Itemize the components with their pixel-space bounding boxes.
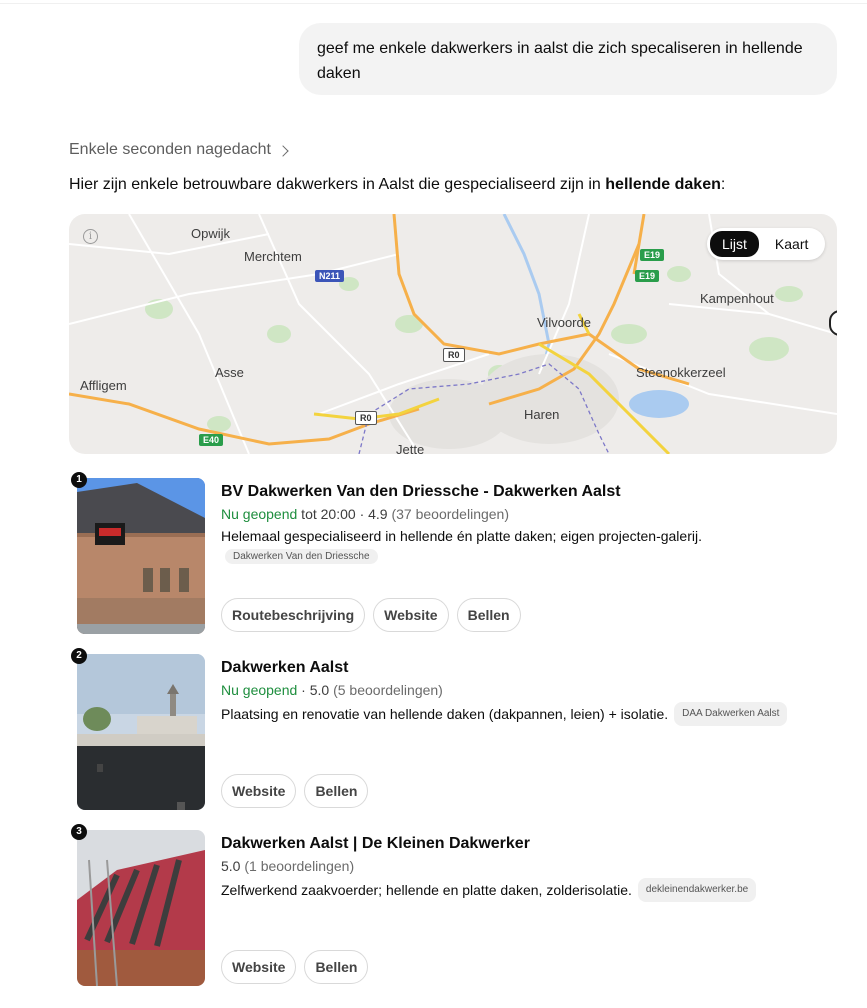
business-description: Helemaal gespecialiseerd in hellende én …	[221, 526, 837, 546]
business-meta: 5.0 (1 beoordelingen)	[221, 856, 837, 876]
thinking-toggle[interactable]: Enkele seconden nagedacht	[69, 141, 289, 159]
description-text: Zelfwerkend zaakvoerder; hellende en pla…	[221, 882, 632, 898]
chevron-right-icon	[277, 144, 289, 157]
result-card[interactable]: 1 BV Dakwerken Van den Driessche - Dakwe…	[71, 472, 837, 634]
result-card[interactable]: 3 Dakwerken Aalst | De Kleinen Dakwerker…	[71, 824, 837, 986]
map-place: Merchtem	[244, 249, 302, 264]
thinking-label: Enkele seconden nagedacht	[69, 141, 271, 158]
source-chip[interactable]: Dakwerken Van den Driessche	[225, 549, 378, 564]
map-place: Vilvoorde	[537, 315, 591, 330]
business-photo[interactable]	[77, 478, 205, 634]
website-button[interactable]: Website	[221, 774, 297, 808]
road-shield: E40	[199, 434, 224, 446]
business-name[interactable]: Dakwerken Aalst	[221, 658, 837, 678]
website-button[interactable]: Website	[373, 598, 449, 632]
business-photo[interactable]	[77, 830, 205, 986]
business-description: Plaatsing en renovatie van hellende dake…	[221, 702, 837, 726]
result-card[interactable]: 2 Dakwerken Aalst Nu geopend · 5.0 (5 be…	[71, 648, 837, 810]
intro-colon: :	[720, 176, 726, 193]
hours-rating: · 5.0	[297, 682, 334, 698]
description-text: Plaatsing en renovatie van hellende dake…	[221, 706, 669, 722]
review-count: (37 beoordelingen)	[391, 506, 509, 522]
review-count: (1 beoordelingen)	[244, 858, 355, 874]
open-status: Nu geopend	[221, 506, 298, 522]
view-toggle: Lijst Kaart	[707, 228, 825, 260]
result-number: 3	[71, 824, 87, 840]
intro-bold: hellende daken	[605, 176, 721, 193]
map-view-button[interactable]: Kaart	[763, 231, 820, 257]
action-buttons: Website Bellen	[221, 774, 369, 808]
source-chip[interactable]: DAA Dakwerken Aalst	[674, 702, 788, 726]
result-number: 1	[71, 472, 87, 488]
action-buttons: Website Bellen	[221, 950, 369, 984]
map-view[interactable]: i Opwijk Merchtem Asse Affligem Vilvoord…	[69, 214, 837, 454]
road-shield: R0	[443, 348, 465, 362]
source-chip[interactable]: dekleinendakwerker.be	[637, 878, 757, 902]
hours-rating: tot 20:00 · 4.9	[297, 506, 392, 522]
list-view-button[interactable]: Lijst	[710, 231, 759, 257]
road-shield: E19	[640, 249, 665, 261]
road-shield: N211	[315, 270, 345, 282]
business-meta: Nu geopend · 5.0 (5 beoordelingen)	[221, 680, 837, 700]
business-photo[interactable]	[77, 654, 205, 810]
business-name[interactable]: BV Dakwerken Van den Driessche - Dakwerk…	[221, 482, 837, 502]
map-place: Jette	[396, 442, 425, 454]
user-message-bubble: geef me enkele dakwerkers in aalst die z…	[299, 23, 837, 95]
directions-button[interactable]: Routebeschrijving	[221, 598, 366, 632]
map-place: Affligem	[80, 378, 127, 393]
website-button[interactable]: Website	[221, 950, 297, 984]
map-place: Kampenhout	[700, 291, 774, 306]
info-icon[interactable]: i	[83, 229, 98, 244]
result-number: 2	[71, 648, 87, 664]
road-shield: R0	[355, 411, 377, 425]
map-place: Asse	[215, 365, 244, 380]
action-buttons: Routebeschrijving Website Bellen	[221, 598, 521, 632]
business-name[interactable]: Dakwerken Aalst | De Kleinen Dakwerker	[221, 834, 837, 854]
map-place: Haren	[524, 407, 560, 422]
call-button[interactable]: Bellen	[304, 950, 369, 984]
open-status: Nu geopend	[221, 682, 298, 698]
map-place: Steenokkerzeel	[636, 365, 726, 380]
description-text: Helemaal gespecialiseerd in hellende én …	[221, 528, 702, 544]
business-meta: Nu geopend tot 20:00 · 4.9 (37 beoordeli…	[221, 504, 837, 524]
road-shield: E19	[635, 270, 660, 282]
hours-rating: 5.0	[221, 858, 245, 874]
review-count: (5 beoordelingen)	[333, 682, 443, 698]
intro-text: Hier zijn enkele betrouwbare dakwerkers …	[69, 176, 606, 193]
business-description: Zelfwerkend zaakvoerder; hellende en pla…	[221, 878, 837, 902]
assistant-intro: Hier zijn enkele betrouwbare dakwerkers …	[69, 174, 725, 196]
call-button[interactable]: Bellen	[456, 598, 521, 632]
map-place: Opwijk	[191, 226, 231, 241]
call-button[interactable]: Bellen	[304, 774, 369, 808]
top-divider	[0, 0, 867, 4]
